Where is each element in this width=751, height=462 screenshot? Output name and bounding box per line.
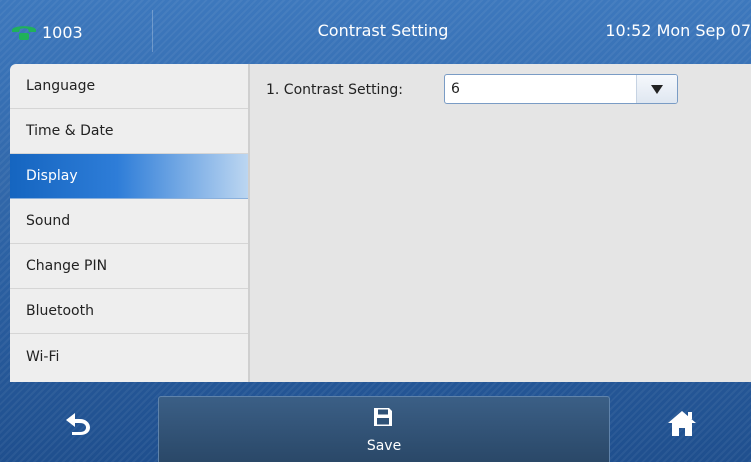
account-indicator[interactable]: 1003	[10, 18, 150, 46]
title-bar: 1003 Contrast Setting 10:52 Mon Sep 07	[0, 0, 751, 62]
sidebar-item-label: Language	[26, 78, 96, 94]
sidebar-menu: Language Time & Date Display Sound Chang…	[10, 64, 248, 382]
contrast-setting-label: 1. Contrast Setting:	[266, 82, 403, 98]
sidebar-item-label: Sound	[26, 213, 71, 229]
contrast-select[interactable]: 6	[444, 74, 678, 104]
sidebar-item-label: Wi-Fi	[26, 348, 60, 365]
settings-panel: 1. Contrast Setting: 6	[250, 64, 751, 382]
sidebar-item-bluetooth[interactable]: Bluetooth	[10, 289, 248, 334]
sidebar-item-sound[interactable]: Sound	[10, 199, 248, 244]
sidebar-item-language[interactable]: Language	[10, 64, 248, 109]
softkey-bar: Save	[0, 384, 751, 462]
sidebar-item-label: Display	[26, 168, 78, 184]
sidebar-item-label: Time & Date	[26, 123, 114, 139]
triangle-down-icon	[651, 84, 663, 94]
date-time: 10:52 Mon Sep 07	[605, 21, 751, 40]
back-button[interactable]	[0, 384, 156, 462]
sidebar-item-label: Bluetooth	[26, 303, 94, 319]
sidebar-item-wifi[interactable]: Wi-Fi	[10, 334, 248, 379]
sidebar-item-label: Change PIN	[26, 258, 108, 274]
home-icon	[667, 411, 696, 436]
title-separator	[152, 10, 153, 52]
account-number: 1003	[42, 22, 83, 42]
save-label: Save	[366, 438, 402, 454]
home-button[interactable]	[612, 384, 751, 462]
back-arrow-icon	[66, 413, 90, 435]
sidebar-item-time-date[interactable]: Time & Date	[10, 109, 248, 154]
floppy-disk-icon	[374, 408, 392, 426]
sidebar-item-display[interactable]: Display	[10, 154, 248, 199]
sidebar-item-change-pin[interactable]: Change PIN	[10, 244, 248, 289]
save-button[interactable]: Save	[158, 396, 610, 462]
phone-handset-icon	[12, 26, 36, 40]
phone-screen: 1003 Contrast Setting 10:52 Mon Sep 07 L…	[0, 0, 751, 462]
page-title: Contrast Setting	[317, 21, 449, 40]
contrast-setting-row: 1. Contrast Setting: 6	[266, 74, 736, 106]
dropdown-button[interactable]	[636, 75, 677, 103]
contrast-select-value: 6	[451, 81, 460, 97]
